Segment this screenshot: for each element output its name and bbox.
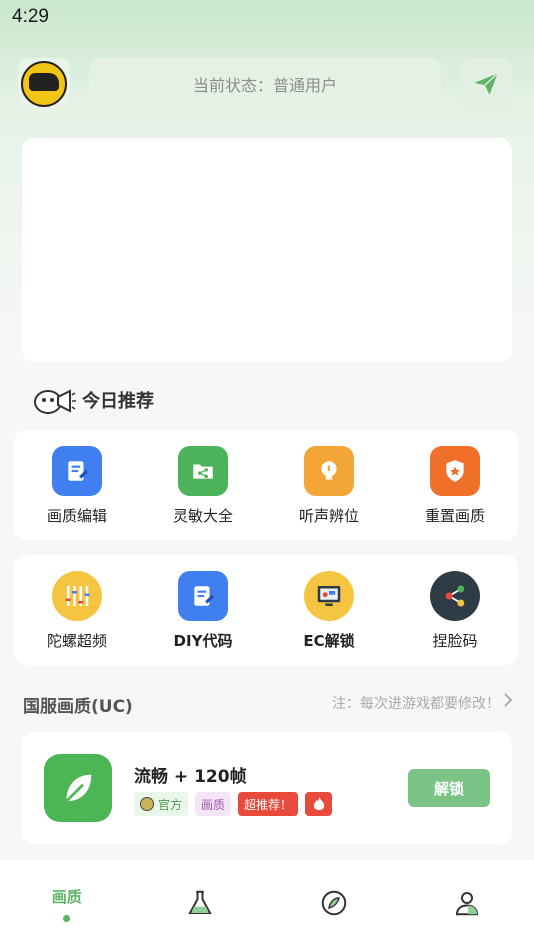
nav-label: 画质 xyxy=(51,888,82,906)
grid-item-label: EC解锁 xyxy=(303,632,355,650)
official-badge-icon xyxy=(140,797,154,811)
grid-item-label: 陀螺超频 xyxy=(46,632,107,650)
grid-item-sound-position[interactable]: 听声辨位 xyxy=(266,430,392,540)
nav-item-lab[interactable] xyxy=(134,860,268,949)
nav-item-quality[interactable]: 画质 xyxy=(0,860,134,949)
grid-item-face-code[interactable]: 捏脸码 xyxy=(392,555,518,665)
flask-icon xyxy=(188,890,212,914)
grid-item-gyro-overclock[interactable]: 陀螺超频 xyxy=(14,555,140,665)
grid-item-label: 灵敏大全 xyxy=(172,507,233,525)
region-note[interactable]: 注：每次进游戏都要修改！ xyxy=(332,693,500,713)
tag-official-label: 官方 xyxy=(158,797,183,812)
edit-doc-icon xyxy=(178,571,228,621)
unlock-button[interactable]: 解锁 xyxy=(408,769,490,807)
compass-icon xyxy=(321,890,346,916)
share-icon xyxy=(430,571,480,621)
edit-doc-icon xyxy=(52,446,102,496)
grid-item-reset-quality[interactable]: 重置画质 xyxy=(392,430,518,540)
recommend-row-1: 画质编辑 灵敏大全 听声辨位 重置画质 xyxy=(14,430,518,540)
recommend-row-2: 陀螺超频 DIY代码 EC解锁 捏脸码 xyxy=(14,555,518,665)
tag-quality-label: 画质 xyxy=(201,797,226,812)
chevron-right-icon[interactable] xyxy=(503,692,513,708)
grid-item-label: 重置画质 xyxy=(424,507,485,525)
tag-official: 官方 xyxy=(134,792,189,816)
nav-item-discover[interactable] xyxy=(267,860,401,949)
lightbulb-icon xyxy=(304,446,354,496)
banner-area[interactable] xyxy=(22,138,512,362)
grid-item-sensitivity[interactable]: 灵敏大全 xyxy=(140,430,266,540)
grid-item-label: 听声辨位 xyxy=(298,507,359,525)
sliders-icon xyxy=(52,571,102,621)
tag-hot xyxy=(305,792,333,816)
product-title: 流畅 + 120帧 xyxy=(134,767,247,787)
grid-item-label: DIY代码 xyxy=(173,632,233,650)
tag-recommend-label: 超推荐！ xyxy=(244,797,293,812)
leaf-icon xyxy=(44,754,112,822)
grid-item-label: 捏脸码 xyxy=(432,632,478,650)
user-state-display[interactable]: 当前状态：普通用户 xyxy=(89,58,441,110)
active-indicator xyxy=(63,915,71,922)
section-today-recommend: 今日推荐 xyxy=(32,383,154,417)
tag-quality: 画质 xyxy=(195,792,232,816)
star-shield-icon xyxy=(430,446,480,496)
status-time: 4:29 xyxy=(12,6,49,27)
user-icon xyxy=(456,892,479,916)
product-tags: 官方 画质 超推荐！ xyxy=(134,792,333,816)
grid-item-ec-unlock[interactable]: EC解锁 xyxy=(266,555,392,665)
flame-icon xyxy=(313,797,324,810)
megaphone-mascot-icon xyxy=(34,389,76,414)
grid-item-quality-edit[interactable]: 画质编辑 xyxy=(14,430,140,540)
user-state-label: 当前状态：普通用户 xyxy=(192,76,337,95)
bottom-nav: 画质 xyxy=(0,860,534,949)
region-title: 国服画质(UC) xyxy=(23,697,133,717)
monitor-icon xyxy=(304,571,354,621)
grid-item-label: 画质编辑 xyxy=(46,507,107,525)
share-folder-icon xyxy=(178,446,228,496)
section-title-label: 今日推荐 xyxy=(82,391,154,412)
product-card[interactable]: 流畅 + 120帧 官方 画质 超推荐！ 解锁 xyxy=(22,732,512,844)
nav-item-profile[interactable] xyxy=(401,860,534,949)
avatar[interactable] xyxy=(18,58,70,110)
paper-plane-icon xyxy=(474,72,499,95)
tag-recommend: 超推荐！ xyxy=(238,792,299,816)
grid-item-diy-code[interactable]: DIY代码 xyxy=(140,555,266,665)
avatar-image xyxy=(21,61,67,107)
send-button[interactable] xyxy=(460,58,512,110)
